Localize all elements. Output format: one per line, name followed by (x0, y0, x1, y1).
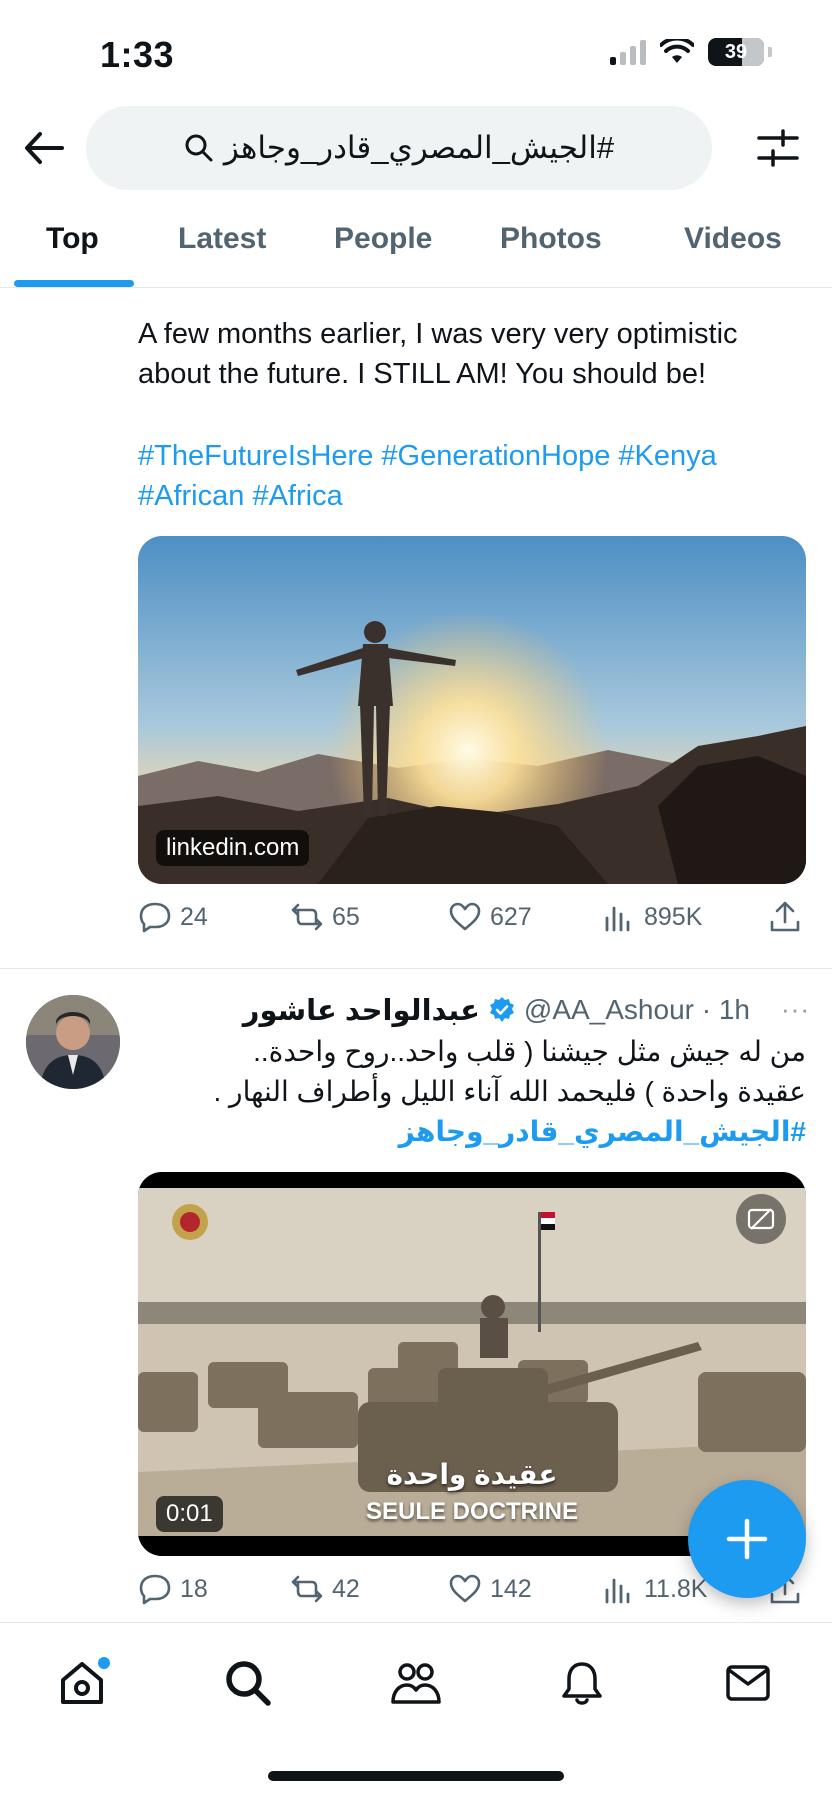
tweet-actions: 24 65 627 895K (138, 900, 810, 940)
tab-top[interactable]: Top (46, 222, 99, 256)
tab-people[interactable]: People (334, 222, 432, 256)
plus-icon (726, 1518, 768, 1560)
captions-off-icon (747, 1208, 775, 1230)
search-tabs: Top Latest People Photos Videos (0, 208, 832, 288)
tab-latest[interactable]: Latest (178, 222, 266, 256)
video-timestamp: 0:01 (156, 1496, 223, 1532)
tweet-divider (0, 968, 832, 969)
like-button[interactable]: 142 (448, 1572, 532, 1606)
author-handle[interactable]: @AA_Ashour · 1h (524, 994, 750, 1026)
people-icon (391, 1663, 441, 1704)
reply-button[interactable]: 24 (138, 900, 208, 934)
like-count: 142 (490, 1574, 532, 1603)
bell-icon (562, 1662, 602, 1705)
link-domain-label: linkedin.com (156, 830, 310, 866)
tab-photos[interactable]: Photos (500, 222, 602, 256)
tweet-text-line: من له جيش مثل جيشنا ( قلب واحد..روح واحد… (253, 1036, 806, 1067)
share-icon (770, 901, 800, 932)
arrow-left-icon (25, 132, 64, 164)
views-chart-icon (605, 906, 630, 932)
repost-button[interactable]: 42 (290, 1572, 360, 1606)
share-button[interactable] (768, 900, 802, 934)
tweet-text-line: about the future. I STILL AM! You should… (138, 358, 707, 390)
tweet-hashtags[interactable]: #TheFutureIsHere #GenerationHope #Kenya … (138, 436, 810, 516)
link-card-image[interactable]: linkedin.com (138, 536, 806, 884)
tweet-text-line: عقيدة واحدة ) فليحمد الله آناء الليل وأط… (213, 1076, 807, 1107)
nav-notifications[interactable] (552, 1653, 612, 1713)
notification-dot (98, 1657, 110, 1669)
verified-badge-icon (489, 997, 514, 1022)
mail-icon (726, 1665, 770, 1701)
search-header: #الجيش_المصري_قادر_وجاهز (0, 100, 832, 200)
compose-post-button[interactable] (688, 1480, 806, 1598)
video-caption-arabic: عقيدة واحدة (386, 1459, 558, 1490)
view-count: 895K (644, 902, 703, 931)
active-tab-indicator (14, 280, 134, 287)
like-button[interactable]: 627 (448, 900, 532, 934)
tweet-text: من له جيش مثل جيشنا ( قلب واحد..روح واحد… (138, 1032, 807, 1152)
search-filters-button[interactable] (752, 122, 804, 174)
bottom-navigation (0, 1622, 832, 1800)
home-indicator (268, 1771, 564, 1781)
more-options-icon[interactable]: ··· (781, 994, 810, 1025)
nav-home[interactable] (52, 1653, 112, 1713)
captions-toggle-button[interactable] (736, 1194, 786, 1244)
status-icons: 39 (610, 38, 772, 66)
author-name[interactable]: عبدالواحد عاشور (243, 993, 480, 1028)
search-query: #الجيش_المصري_قادر_وجاهز (223, 130, 615, 165)
views-chart-icon (605, 1578, 630, 1604)
tweet-text-line: A few months earlier, I was very very op… (138, 318, 738, 350)
views-button[interactable]: 11.8K (602, 1572, 707, 1606)
back-button[interactable] (18, 122, 70, 174)
repost-icon (291, 903, 323, 931)
repost-count: 65 (332, 902, 360, 931)
repost-count: 42 (332, 1574, 360, 1603)
search-icon (226, 1661, 271, 1706)
avatar[interactable] (26, 995, 120, 1089)
repost-icon (291, 1575, 323, 1603)
status-time: 1:33 (100, 34, 175, 75)
wifi-icon (660, 39, 694, 63)
sliders-icon (757, 129, 799, 167)
cellular-signal-icon (610, 39, 646, 65)
nav-communities[interactable] (386, 1653, 446, 1713)
reply-icon (139, 1574, 171, 1605)
tweet-hashtag[interactable]: #الجيش_المصري_قادر_وجاهز (138, 1112, 806, 1152)
nav-messages[interactable] (718, 1653, 778, 1713)
reply-count: 24 (180, 902, 208, 931)
reply-button[interactable]: 18 (138, 1572, 208, 1606)
hashtag-line[interactable]: #TheFutureIsHere #GenerationHope #Kenya (138, 436, 810, 476)
view-count: 11.8K (644, 1574, 708, 1603)
heart-icon (449, 902, 481, 931)
tweet-header: @AA_Ashour · 1h عبدالواحد عاشور ··· (138, 990, 810, 1030)
heart-icon (449, 1574, 481, 1603)
avatar-photo (26, 995, 120, 1089)
tweet-text: A few months earlier, I was very very op… (138, 314, 810, 394)
hashtag-line[interactable]: #African #Africa (138, 476, 810, 516)
tab-videos[interactable]: Videos (684, 222, 782, 256)
search-icon (185, 134, 213, 162)
repost-button[interactable]: 65 (290, 900, 360, 934)
nav-search[interactable] (218, 1653, 278, 1713)
views-button[interactable]: 895K (602, 900, 702, 934)
battery-icon: 39 (708, 38, 764, 66)
status-bar: 1:33 39 (0, 0, 832, 100)
search-input[interactable]: #الجيش_المصري_قادر_وجاهز (86, 106, 712, 190)
reply-count: 18 (180, 1574, 208, 1603)
like-count: 627 (490, 902, 532, 931)
reply-icon (139, 902, 171, 933)
